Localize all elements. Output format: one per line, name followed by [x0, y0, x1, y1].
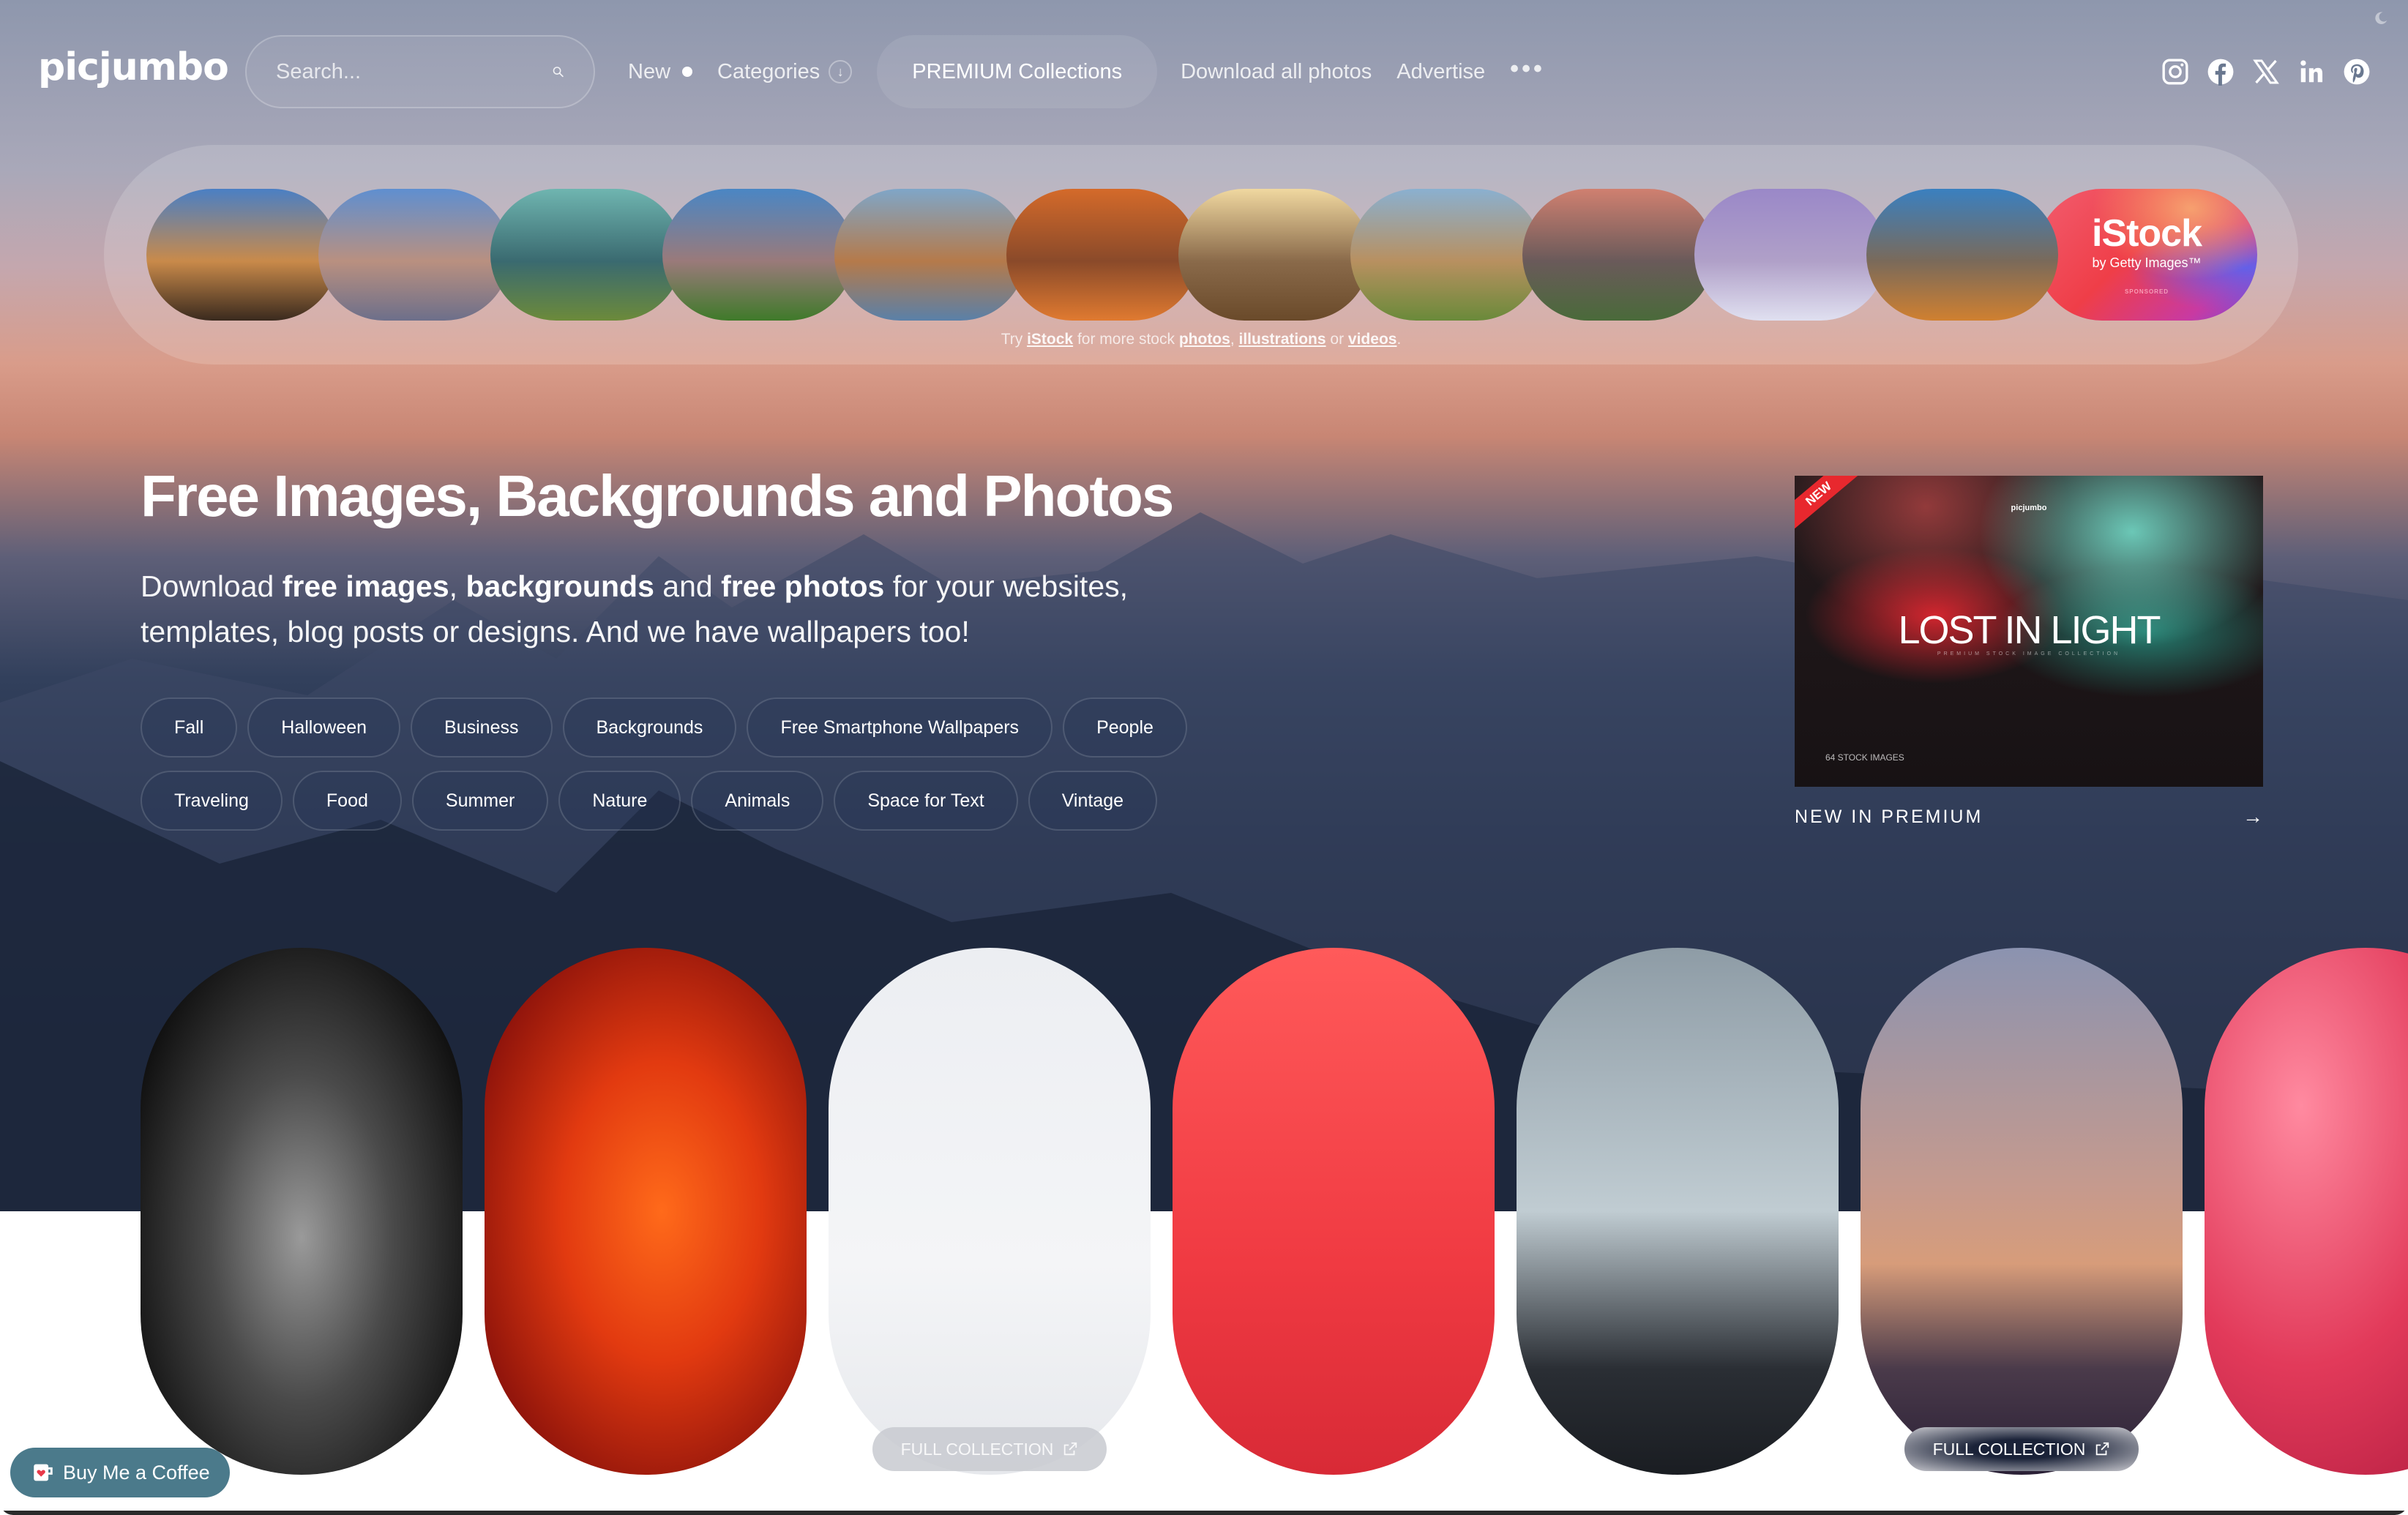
nav-download-all[interactable]: Download all photos — [1181, 60, 1372, 84]
category-tag[interactable]: People — [1063, 697, 1187, 758]
arrow-down-icon: ↓ — [829, 60, 853, 83]
premium-title: LOST IN LIGHT — [1898, 608, 2161, 652]
sub-text: and — [654, 569, 722, 603]
premium-logo: picjumbo — [2011, 504, 2047, 512]
category-tag[interactable]: Vintage — [1028, 771, 1158, 831]
main-nav: New Categories ↓ PREMIUM Collections Down… — [628, 35, 1570, 108]
nav-categories[interactable]: Categories ↓ — [717, 59, 853, 84]
featured-thumbnail[interactable] — [1178, 189, 1370, 321]
featured-thumbnail[interactable] — [490, 189, 682, 321]
tag-row: Fall Halloween Business Backgrounds Free Sma… — [141, 697, 1209, 758]
search-icon[interactable] — [552, 58, 564, 86]
more-menu-icon[interactable]: ••• — [1510, 55, 1545, 83]
illustrations-link[interactable]: illustrations — [1239, 331, 1326, 348]
page: picjumbo New Categories ↓ PREMIUM Collect… — [0, 0, 2408, 1515]
facebook-icon[interactable] — [2206, 57, 2235, 86]
nav-premium-collections[interactable]: PREMIUM Collections — [877, 35, 1158, 108]
category-tag[interactable]: Fall — [141, 697, 238, 758]
featured-thumbnail[interactable] — [1350, 189, 1542, 321]
nav-new[interactable]: New — [628, 59, 693, 84]
premium-tagline: PREMIUM STOCK IMAGE COLLECTION — [1937, 651, 2121, 656]
premium-collection-card[interactable]: NEW picjumbo LOST IN LIGHT PREMIUM STOCK… — [1795, 476, 2263, 787]
category-tag[interactable]: Backgrounds — [562, 697, 737, 758]
gallery-photo[interactable] — [1517, 948, 1839, 1475]
istock-link[interactable]: iStock — [1027, 331, 1073, 348]
nav-advertise[interactable]: Advertise — [1396, 60, 1485, 84]
full-collection-button[interactable]: FULL COLLECTION — [872, 1427, 1107, 1471]
window-bottom-edge — [0, 1511, 2408, 1515]
category-tags: Fall Halloween Business Backgrounds Free Sma… — [141, 697, 1209, 844]
buy-me-a-coffee-label: Buy Me a Coffee — [63, 1461, 210, 1484]
search-box[interactable] — [245, 35, 595, 108]
gallery-photo[interactable] — [1173, 948, 1495, 1475]
full-collection-label: FULL COLLECTION — [1932, 1439, 2086, 1459]
category-tag[interactable]: Animals — [691, 771, 824, 831]
category-tag[interactable]: Free Smartphone Wallpapers — [747, 697, 1053, 758]
category-tag[interactable]: Nature — [558, 771, 681, 831]
gallery-photo[interactable] — [1861, 948, 2183, 1475]
instagram-icon[interactable] — [2161, 57, 2190, 86]
x-twitter-icon[interactable] — [2251, 57, 2281, 86]
new-dot-icon — [682, 67, 693, 77]
search-input[interactable] — [276, 59, 552, 84]
category-tag[interactable]: Summer — [411, 771, 549, 831]
istock-ad[interactable]: iStock by Getty Images™ SPONSORED — [2036, 189, 2257, 321]
featured-thumbnail[interactable] — [1866, 189, 2058, 321]
nav-categories-label: Categories — [717, 59, 820, 83]
gallery-photo[interactable] — [2205, 948, 2408, 1475]
sponsored-label: SPONSORED — [2124, 288, 2169, 295]
istock-sub: by Getty Images™ — [2092, 255, 2202, 270]
photos-link[interactable]: photos — [1179, 331, 1230, 348]
featured-thumbnail[interactable] — [1006, 189, 1198, 321]
featured-thumbnail[interactable] — [1694, 189, 1886, 321]
coffee-cup-icon — [34, 1464, 53, 1481]
category-tag[interactable]: Business — [411, 697, 553, 758]
sub-text: , — [449, 569, 466, 603]
gallery-photo[interactable] — [829, 948, 1151, 1475]
note-text: , — [1230, 331, 1235, 348]
linkedin-icon[interactable] — [2297, 57, 2326, 86]
logo[interactable]: picjumbo — [38, 45, 229, 89]
tag-row: Traveling Food Summer Nature Animals Space fo… — [141, 771, 1209, 831]
note-text: for more stock — [1077, 331, 1175, 348]
note-text: . — [1396, 331, 1402, 348]
sub-link-free-images[interactable]: free images — [283, 569, 449, 603]
new-in-premium-link[interactable]: NEW IN PREMIUM — [1795, 807, 1983, 828]
category-tag[interactable]: Space for Text — [834, 771, 1018, 831]
featured-thumbnail[interactable] — [318, 189, 510, 321]
category-tag[interactable]: Traveling — [141, 771, 283, 831]
nav-new-label: New — [628, 59, 671, 83]
page-title: Free Images, Backgrounds and Photos — [141, 463, 1174, 528]
gallery-photo[interactable] — [485, 948, 807, 1475]
sub-link-backgrounds[interactable]: backgrounds — [465, 569, 654, 603]
external-link-icon — [2096, 1442, 2109, 1456]
featured-thumbnail[interactable] — [662, 189, 854, 321]
hero-subtitle: Download free images, backgrounds and fr… — [141, 564, 1202, 654]
dark-mode-toggle-icon[interactable] — [2373, 10, 2389, 26]
external-link-icon — [1064, 1442, 1077, 1456]
full-collection-button[interactable]: FULL COLLECTION — [1904, 1427, 2139, 1471]
featured-thumbnail[interactable] — [834, 189, 1026, 321]
buy-me-a-coffee-button[interactable]: Buy Me a Coffee — [10, 1448, 230, 1497]
note-text: Try — [1001, 331, 1023, 348]
full-collection-label: FULL COLLECTION — [900, 1439, 1054, 1459]
sub-link-free-photos[interactable]: free photos — [721, 569, 884, 603]
category-tag[interactable]: Halloween — [247, 697, 401, 758]
arrow-right-icon[interactable]: → — [2243, 805, 2263, 828]
featured-thumbnail[interactable] — [1522, 189, 1714, 321]
social-links — [2161, 57, 2371, 86]
featured-thumbnail[interactable] — [146, 189, 338, 321]
pinterest-icon[interactable] — [2342, 57, 2371, 86]
category-tag[interactable]: Food — [292, 771, 402, 831]
istock-logo: iStock — [2091, 212, 2202, 255]
istock-note: Try iStock for more stock photos, illust… — [104, 331, 2298, 348]
note-text: or — [1330, 331, 1345, 348]
premium-count: 64 STOCK IMAGES — [1825, 752, 1904, 763]
sub-text: Download — [141, 569, 283, 603]
featured-strip: iStock by Getty Images™ SPONSORED Try iS… — [104, 145, 2298, 364]
videos-link[interactable]: videos — [1348, 331, 1397, 348]
gallery-photo[interactable] — [141, 948, 463, 1475]
